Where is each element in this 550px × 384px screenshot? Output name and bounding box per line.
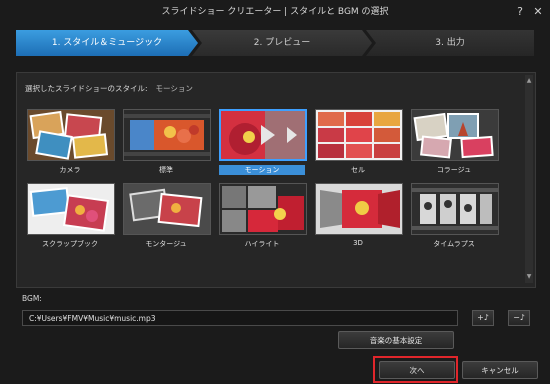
title-bar: スライドショー クリエーター | スタイルと BGM の選択 ? ✕ [0,0,550,24]
music-remove-icon: −♪ [513,313,525,322]
scroll-up-icon[interactable]: ▲ [525,77,533,85]
style-tile-3d[interactable]: 3D [315,183,403,247]
style-thumbnail [27,183,115,235]
style-label-highlight: ハイライト [244,240,280,248]
style-label-cell: セル [351,166,365,174]
style-thumbnail [315,183,403,235]
bgm-path-field[interactable] [22,310,458,326]
style-label-scrapbook: スクラップブック [42,240,98,248]
style-tile-montage[interactable]: モンタージュ [123,183,211,249]
style-tile-camera[interactable]: カメラ [27,109,115,175]
style-thumbnail [219,183,307,235]
style-label-timelapse: タイムラプス [433,240,475,248]
style-tile-scrapbook[interactable]: スクラップブック [27,183,115,249]
next-button-highlight [373,356,458,383]
step-style-music[interactable]: 1. スタイル＆ミュージック [16,30,198,56]
style-thumbnail [123,109,211,161]
style-tile-collage[interactable]: コラージュ [411,109,499,175]
style-thumbnail [411,183,499,235]
selected-style-label: 選択したスライドショーのスタイル: モーション [25,83,193,94]
style-scrollbar[interactable]: ▲ ▼ [525,75,533,283]
close-button[interactable]: ✕ [530,4,546,20]
style-label-motion: モーション [219,165,305,175]
remove-music-button[interactable]: −♪ [508,310,530,326]
bgm-label: BGM: [22,294,42,303]
style-tile-cell[interactable]: セル [315,109,403,175]
style-thumbnail [219,109,307,161]
style-tile-timelapse[interactable]: タイムラプス [411,183,499,249]
style-label-camera: カメラ [59,166,81,174]
style-panel: 選択したスライドショーのスタイル: モーション カメラ 標準 モーション セル … [16,72,536,288]
style-tile-standard[interactable]: 標準 [123,109,211,175]
style-label-3d: 3D [353,239,363,247]
music-settings-button[interactable]: 音楽の基本設定 [338,331,454,349]
style-label-standard: 標準 [159,166,173,174]
scroll-down-icon[interactable]: ▼ [525,273,533,281]
style-tile-motion[interactable]: モーション [219,109,307,175]
style-thumbnail [315,109,403,161]
style-label-montage: モンタージュ [145,240,187,248]
help-button[interactable]: ? [512,4,528,20]
selected-style-value: モーション [155,84,193,93]
style-label-collage: コラージュ [436,166,472,174]
style-tile-highlight[interactable]: ハイライト [219,183,307,249]
step-preview[interactable]: 2. プレビュー [192,30,372,56]
style-thumbnail [123,183,211,235]
music-add-icon: +♪ [477,313,489,322]
cancel-button[interactable]: キャンセル [462,361,538,379]
wizard-steps: 1. スタイル＆ミュージック 2. プレビュー 3. 出力 [16,30,534,56]
add-music-button[interactable]: +♪ [472,310,494,326]
style-thumbnail [411,109,499,161]
selected-style-caption: 選択したスライドショーのスタイル: [25,84,148,93]
step-output[interactable]: 3. 出力 [366,30,534,56]
window-title: スライドショー クリエーター | スタイルと BGM の選択 [161,7,389,17]
style-thumbnail [27,109,115,161]
